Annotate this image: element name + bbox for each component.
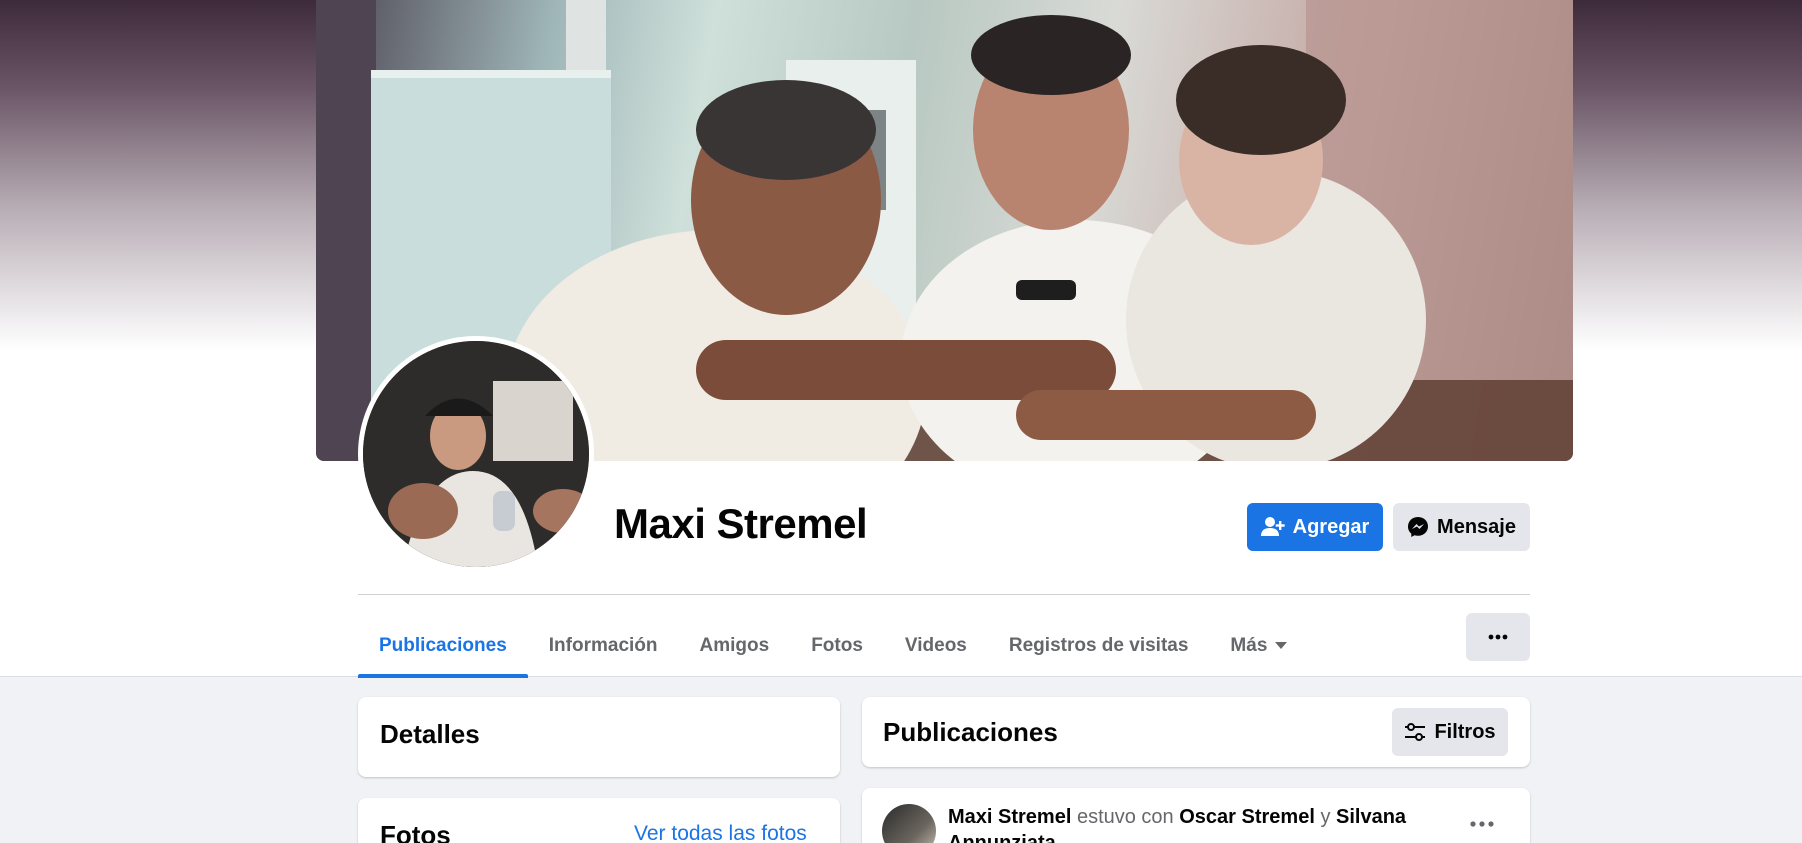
tab-label: Fotos [811,634,863,656]
post-options-button[interactable] [1470,814,1494,832]
tab-mas[interactable]: Más [1209,614,1308,677]
post-conj: y [1320,806,1331,828]
profile-name: Maxi Stremel [614,500,868,547]
add-friend-label: Agregar [1292,515,1370,538]
photos-title: Fotos [380,820,451,843]
caret-down-icon [1275,641,1288,649]
message-label: Mensaje [1437,515,1516,538]
tab-informacion[interactable]: Información [528,614,679,677]
tab-label: Publicaciones [379,634,507,656]
photos-card: Fotos Ver todas las fotos [358,798,840,843]
tab-label: Videos [904,634,967,656]
post-tag-1[interactable]: Oscar Stremel [1179,806,1315,828]
filters-label: Filtros [1434,720,1496,743]
tab-publicaciones[interactable]: Publicaciones [358,614,528,678]
tab-label: Información [548,634,658,656]
tab-amigos[interactable]: Amigos [679,614,791,677]
add-friend-icon [1260,517,1285,536]
post-author-link[interactable]: Maxi Stremel [948,806,1071,828]
ellipsis-icon [1488,634,1508,640]
tab-label: Amigos [699,634,770,656]
ellipsis-icon [1470,821,1494,827]
details-title: Detalles [380,719,480,749]
header-divider [358,594,1530,595]
filter-sliders-icon [1405,723,1426,741]
messenger-icon [1408,517,1429,537]
more-options-button[interactable] [1466,613,1530,661]
add-friend-button[interactable]: Agregar [1247,503,1383,551]
tab-videos[interactable]: Videos [884,614,988,677]
profile-avatar[interactable] [358,336,594,572]
profile-header: Maxi Stremel Agregar Mensaje Publicacion… [0,0,1802,678]
post-verb: estuvo con [1076,806,1174,828]
see-all-photos-link[interactable]: Ver todas las fotos [634,822,807,843]
post-header-text: Maxi Stremel estuvo con Oscar Stremel y … [948,806,1406,829]
post-tag-2[interactable]: Silvana [1336,806,1406,828]
details-card: Detalles [358,697,840,777]
post-tag-2-continued[interactable]: Annunziata [948,832,1056,843]
avatar-photo-illustration [363,341,589,567]
posts-title: Publicaciones [883,717,1058,747]
tab-label: Más [1230,634,1268,656]
message-button[interactable]: Mensaje [1393,503,1530,551]
tab-fotos[interactable]: Fotos [790,614,884,677]
tab-registros-de-visitas[interactable]: Registros de visitas [988,614,1210,677]
filters-button[interactable]: Filtros [1392,708,1508,756]
tab-label: Registros de visitas [1008,634,1189,656]
profile-tabs: Publicaciones Información Amigos Fotos V… [358,614,1308,678]
